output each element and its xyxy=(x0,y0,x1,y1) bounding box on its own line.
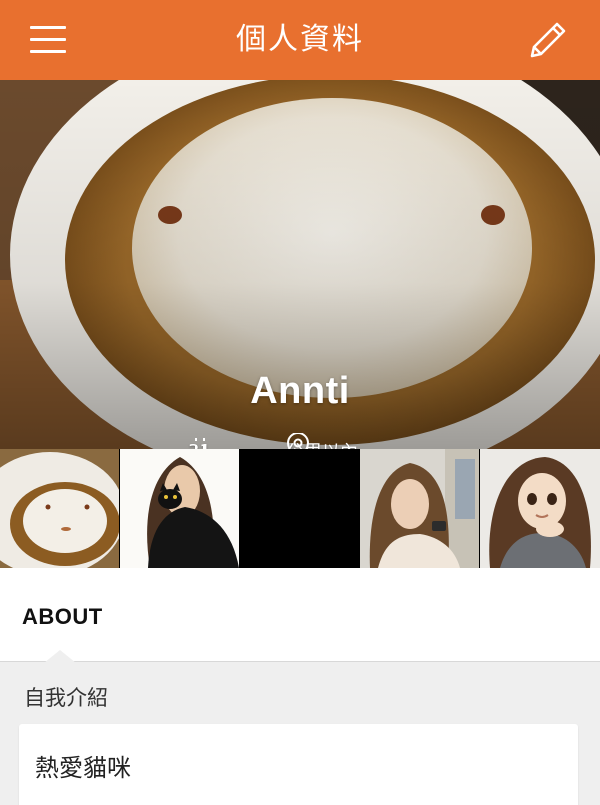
anime-avatar-photo xyxy=(480,449,600,568)
menu-button[interactable] xyxy=(26,22,70,58)
profile-cover-photo: Annti 31 公里以內 xyxy=(0,80,600,449)
edit-profile-button[interactable] xyxy=(526,18,570,62)
photo-thumbnail[interactable] xyxy=(120,449,239,568)
latte-art-photo xyxy=(0,449,119,568)
profile-name: Annti xyxy=(250,370,350,412)
hamburger-menu-icon xyxy=(30,26,66,29)
location-stat: 公里以內 xyxy=(286,433,358,449)
photo-thumbnail[interactable] xyxy=(480,449,600,568)
photo-thumbnail[interactable] xyxy=(360,449,479,568)
about-tab-bar: ABOUT xyxy=(0,568,600,662)
age-stat: 31 xyxy=(188,433,211,449)
photo-thumbnail[interactable] xyxy=(240,449,359,568)
photo-thumbnail[interactable] xyxy=(0,449,119,568)
self-intro-card: 熱愛貓咪 xyxy=(19,724,578,805)
self-intro-label: 自我介紹 xyxy=(24,686,108,710)
map-pin-icon xyxy=(286,433,310,449)
selfie-photo xyxy=(360,449,479,568)
tab-about[interactable]: ABOUT xyxy=(22,604,103,630)
illustrated-woman-with-black-cat xyxy=(120,449,239,568)
birthday-cake-icon xyxy=(195,438,205,449)
self-intro-text: 熱愛貓咪 xyxy=(35,754,131,782)
pencil-icon xyxy=(530,22,566,58)
page-title: 個人資料 xyxy=(236,22,364,57)
photo-strip xyxy=(0,449,600,568)
app-header: 個人資料 xyxy=(0,0,600,80)
tab-indicator xyxy=(44,650,76,663)
black-photo xyxy=(240,449,359,568)
